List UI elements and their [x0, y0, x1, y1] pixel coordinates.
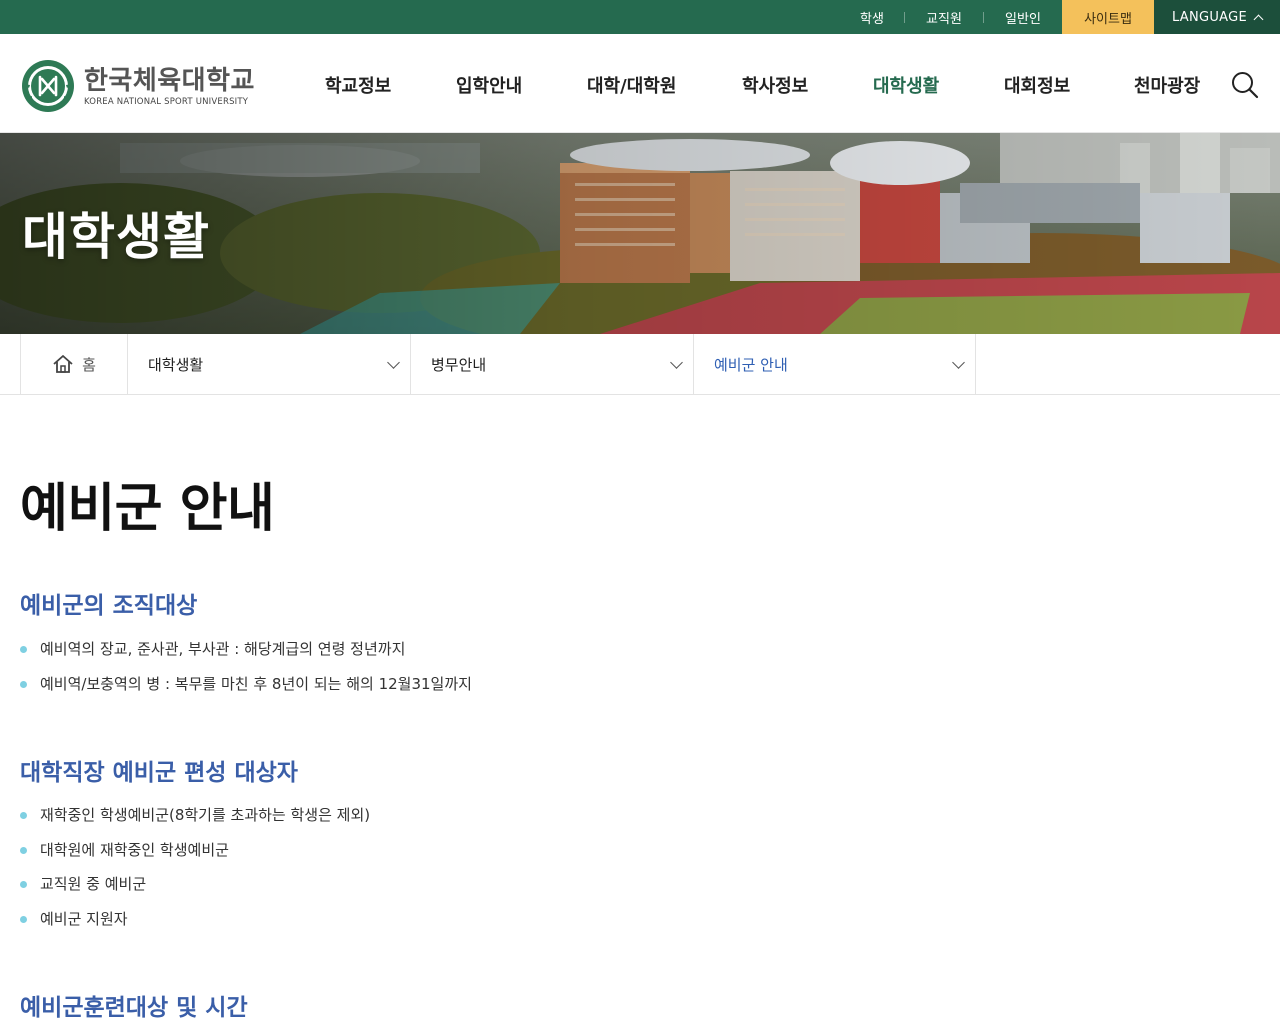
nav-item-admission[interactable]: 입학안내 [456, 72, 522, 98]
hero-title: 대학생활 [22, 208, 210, 266]
breadcrumb-dropdown-level1[interactable]: 대학생활 [127, 334, 410, 394]
nav-item-campus-life[interactable]: 대학생활 [873, 72, 939, 98]
list-item: 대학원에 재학중인 학생예비군 [20, 839, 370, 874]
home-icon [53, 355, 73, 373]
search-icon[interactable] [1230, 70, 1260, 100]
section-list-university-unit: 재학중인 학생예비군(8학기를 초과하는 학생은 제외) 대학원에 재학중인 학… [20, 804, 370, 942]
breadcrumb-home[interactable]: 홈 [20, 334, 127, 394]
site-header: 한국체육대학교 KOREA NATIONAL SPORT UNIVERSITY … [0, 34, 1280, 133]
logo-name: 한국체육대학교 [84, 65, 255, 96]
section-title-university-unit: 대학직장 예비군 편성 대상자 [20, 760, 298, 786]
sitemap-button[interactable]: 사이트맵 [1062, 0, 1154, 34]
utility-bar: 학생 교직원 일반인 사이트맵 LANGUAGE [0, 0, 1280, 34]
chevron-down-icon [952, 356, 965, 369]
list-item: 교직원 중 예비군 [20, 873, 370, 908]
breadcrumb-dropdown-level2[interactable]: 병무안내 [410, 334, 693, 394]
util-link-student[interactable]: 학생 [840, 0, 904, 34]
breadcrumb-home-label: 홈 [82, 355, 96, 374]
util-link-staff[interactable]: 교직원 [905, 0, 983, 34]
nav-item-school-info[interactable]: 학교정보 [325, 72, 391, 98]
breadcrumb-level1-label: 대학생활 [148, 355, 204, 374]
util-link-public[interactable]: 일반인 [984, 0, 1062, 34]
page-title: 예비군 안내 [20, 479, 275, 539]
nav-item-community[interactable]: 천마광장 [1134, 72, 1200, 98]
breadcrumb-level3-label: 예비군 안내 [714, 355, 788, 374]
list-item: 재학중인 학생예비군(8학기를 초과하는 학생은 제외) [20, 804, 370, 839]
breadcrumb-dropdown-level3[interactable]: 예비군 안내 [693, 334, 976, 394]
section-title-training: 예비군훈련대상 및 시간 [20, 995, 248, 1021]
chevron-down-icon [387, 356, 400, 369]
language-button[interactable]: LANGUAGE [1154, 0, 1280, 34]
logo-subtitle: KOREA NATIONAL SPORT UNIVERSITY [84, 96, 249, 107]
language-label: LANGUAGE [1171, 9, 1248, 25]
breadcrumb: 홈 대학생활 병무안내 예비군 안내 [0, 334, 1280, 395]
hero-banner: 대학생활 [0, 133, 1280, 334]
list-item: 예비군 지원자 [20, 908, 370, 943]
section-list-organization: 예비역의 장교, 준사관, 부사관 : 해당계급의 연령 정년까지 예비역/보충… [20, 638, 472, 707]
section-title-organization: 예비군의 조직대상 [20, 593, 198, 619]
breadcrumb-level2-label: 병무안내 [431, 355, 487, 374]
university-logo[interactable]: 한국체육대학교 KOREA NATIONAL SPORT UNIVERSITY [20, 58, 265, 114]
nav-item-competitions[interactable]: 대회정보 [1004, 72, 1070, 98]
nav-item-academics[interactable]: 학사정보 [742, 72, 808, 98]
chevron-down-icon [670, 356, 683, 369]
emblem-logo [22, 60, 74, 112]
list-item: 예비역/보충역의 병 : 복무를 마친 후 8년이 되는 해의 12월31일까지 [20, 673, 472, 708]
chevron-up-icon [1253, 14, 1264, 24]
list-item: 예비역의 장교, 준사관, 부사관 : 해당계급의 연령 정년까지 [20, 638, 472, 673]
nav-item-colleges[interactable]: 대학/대학원 [587, 72, 676, 98]
